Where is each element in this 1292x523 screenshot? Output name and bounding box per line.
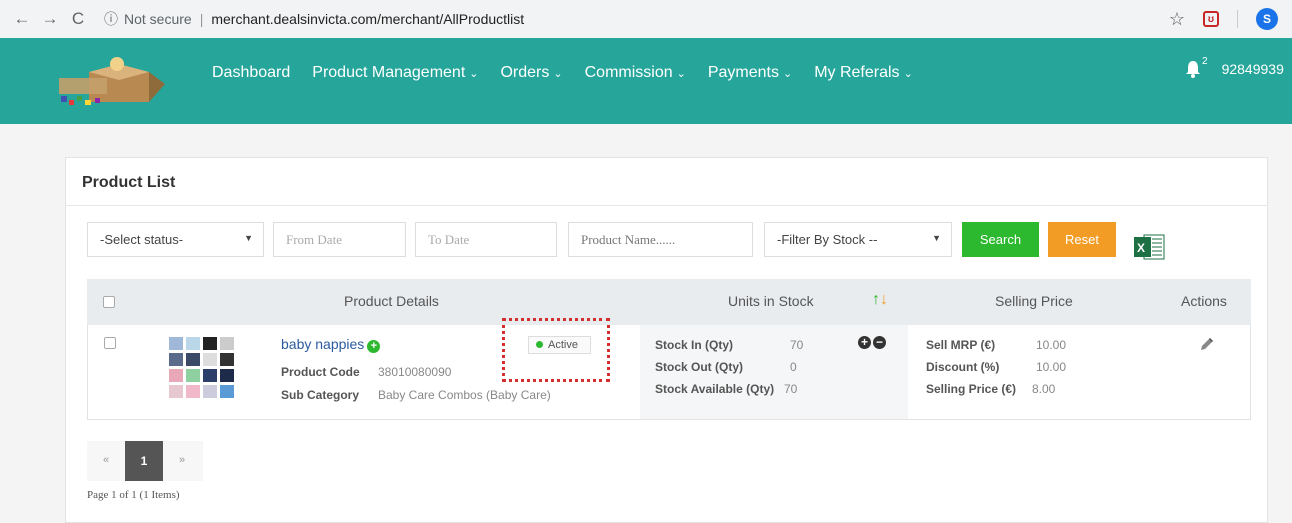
sell-mrp-value: 10.00 — [1036, 338, 1067, 352]
bookmark-star-icon[interactable]: ☆ — [1169, 9, 1185, 30]
stock-out-value: 0 — [790, 360, 797, 374]
back-icon[interactable]: ← — [8, 9, 36, 29]
browser-toolbar: ← → C ⓘ Not secure | merchant.dealsinvic… — [0, 0, 1292, 38]
nav-my-referals[interactable]: My Referals ⌄ — [814, 64, 913, 82]
address-separator: | — [199, 11, 204, 27]
url-text[interactable]: merchant.dealsinvicta.com/merchant/AllPr… — [211, 11, 524, 27]
product-name-text: baby nappies — [281, 336, 365, 352]
forward-icon[interactable]: → — [36, 9, 64, 29]
status-select-value: -Select status- — [100, 232, 184, 247]
stock-in-value: 70 — [790, 338, 804, 352]
sell-mrp-label: Sell MRP (€) — [926, 338, 996, 352]
row-checkbox[interactable] — [104, 337, 116, 349]
nav-payments-label: Payments — [707, 64, 779, 81]
selling-price-value: 8.00 — [1032, 382, 1056, 396]
pagination-info: Page 1 of 1 (1 Items) — [87, 489, 180, 501]
nav-orders-label: Orders — [500, 64, 550, 81]
increase-stock-icon[interactable]: + — [858, 336, 871, 349]
stock-in-label: Stock In (Qty) — [655, 338, 734, 352]
pagination-next[interactable]: » — [163, 441, 201, 481]
header-units-in-stock: Units in Stock — [728, 293, 814, 309]
bell-icon[interactable] — [1185, 60, 1201, 78]
extension-icon[interactable]: ʊ — [1203, 11, 1219, 27]
notification-count: 2 — [1202, 55, 1208, 67]
main-menu: Dashboard Product Management ⌄ Orders ⌄ Co… — [212, 64, 913, 82]
nav-product-management-label: Product Management — [312, 64, 466, 81]
from-date-input[interactable]: From Date — [273, 222, 406, 257]
pagination: « 1 » — [87, 441, 203, 481]
header-selling-price: Selling Price — [995, 293, 1073, 309]
nav-dashboard[interactable]: Dashboard — [212, 64, 290, 82]
discount-label: Discount (%) — [926, 360, 1000, 374]
header-actions: Actions — [1181, 293, 1227, 309]
stock-filter-select[interactable]: -Filter By Stock -- ▼ — [764, 222, 952, 257]
product-code-label: Product Code — [281, 365, 360, 379]
dropdown-arrow-icon: ▼ — [244, 233, 253, 243]
search-button[interactable]: Search — [962, 222, 1039, 257]
reload-icon[interactable]: C — [64, 9, 92, 29]
chevron-down-icon: ⌄ — [553, 68, 563, 80]
selling-price-label: Selling Price (€) — [926, 382, 1017, 396]
product-name-input[interactable]: Product Name...... — [568, 222, 753, 257]
dealsinvicta-logo[interactable] — [55, 50, 170, 112]
product-code-value: 38010080090 — [378, 365, 452, 379]
notification-area: 2 92849939 — [1185, 56, 1284, 78]
sub-category-label: Sub Category — [281, 388, 360, 402]
header-product-details: Product Details — [344, 293, 439, 309]
pagination-prev[interactable]: « — [87, 441, 125, 481]
plus-circle-icon[interactable]: + — [367, 340, 381, 353]
panel-title: Product List — [66, 158, 1267, 206]
status-highlight-annotation — [502, 318, 610, 382]
nav-product-management[interactable]: Product Management ⌄ — [312, 64, 478, 82]
excel-export-icon[interactable]: X — [1132, 232, 1168, 262]
user-id[interactable]: 92849939 — [1222, 61, 1284, 77]
address-bar[interactable]: ⓘ Not secure | merchant.dealsinvicta.com… — [104, 4, 1169, 34]
toolbar-divider — [1237, 10, 1238, 28]
nav-my-referals-label: My Referals — [814, 64, 900, 81]
nav-payments[interactable]: Payments ⌄ — [708, 64, 792, 82]
chevron-down-icon: ⌄ — [469, 68, 479, 80]
svg-text:X: X — [1137, 241, 1145, 255]
top-navbar: Dashboard Product Management ⌄ Orders ⌄ Co… — [0, 38, 1292, 124]
chevron-down-icon: ⌄ — [676, 68, 686, 80]
chevron-down-icon: ⌄ — [782, 68, 793, 80]
edit-pencil-icon[interactable] — [1199, 336, 1215, 352]
nav-commission[interactable]: Commission ⌄ — [585, 64, 686, 82]
product-thumbnail[interactable] — [167, 335, 237, 401]
stock-out-label: Stock Out (Qty) — [655, 360, 744, 374]
stock-filter-value: -Filter By Stock -- — [777, 232, 878, 247]
pagination-page-1[interactable]: 1 — [125, 441, 163, 481]
chevron-down-icon: ⌄ — [903, 68, 913, 80]
status-select[interactable]: -Select status- ▼ — [87, 222, 264, 257]
sub-category-value: Baby Care Combos (Baby Care) — [378, 388, 551, 402]
discount-value: 10.00 — [1036, 360, 1067, 374]
dropdown-arrow-icon: ▼ — [932, 233, 941, 243]
product-list-panel: Product List -Select status- ▼ From Date… — [65, 157, 1268, 523]
stock-available-value: 70 — [784, 382, 798, 396]
to-date-input[interactable]: To Date — [415, 222, 557, 257]
nav-commission-label: Commission — [584, 64, 673, 81]
decrease-stock-icon[interactable]: − — [873, 336, 886, 349]
profile-avatar[interactable]: S — [1256, 8, 1278, 30]
stock-available-label: Stock Available (Qty) — [655, 382, 775, 396]
table-header: Product Details Units in Stock ↑↓ Sellin… — [87, 279, 1251, 325]
reset-button[interactable]: Reset — [1048, 222, 1116, 257]
product-name-link[interactable]: baby nappies + — [281, 336, 381, 353]
select-all-checkbox[interactable] — [103, 296, 115, 308]
table-row: baby nappies + Active Product Code 380100… — [87, 325, 1251, 420]
nav-orders[interactable]: Orders ⌄ — [500, 64, 562, 82]
info-icon[interactable]: ⓘ — [104, 9, 118, 29]
sort-stock-icon[interactable]: ↑↓ — [872, 291, 888, 309]
security-label: Not secure — [124, 11, 192, 27]
